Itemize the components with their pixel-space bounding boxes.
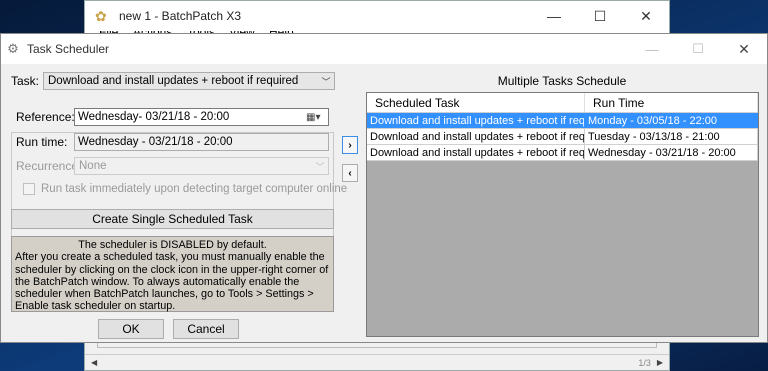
dialog-maximize-icon: ☐: [692, 41, 704, 56]
row-task-cell: Download and install updates + reboot if…: [367, 113, 585, 128]
gear-icon: ⚙: [7, 41, 19, 56]
recurrence-value: None: [79, 160, 107, 172]
ok-button[interactable]: OK: [98, 319, 164, 339]
scroll-left-icon[interactable]: ◀: [91, 358, 97, 367]
dialog-minimize-icon: —: [645, 41, 659, 57]
column-header-runtime[interactable]: Run Time: [585, 93, 758, 112]
immediate-row: Run task immediately upon detecting targ…: [23, 183, 347, 195]
run-immediately-label: Run task immediately upon detecting targ…: [41, 183, 348, 195]
task-dropdown-value: Download and install updates + reboot if…: [48, 75, 299, 87]
runtime-value: Wednesday - 03/21/18 - 20:00: [78, 136, 233, 148]
row-task-cell: Download and install updates + reboot if…: [367, 145, 585, 160]
task-label: Task:: [11, 74, 40, 88]
scheduler-info-box: The scheduler is DISABLED by default. Af…: [11, 236, 334, 312]
create-single-task-button[interactable]: Create Single Scheduled Task: [11, 209, 334, 229]
reference-row: Reference: Wednesday- 03/21/18 - 20:00 ▦…: [16, 108, 329, 126]
task-dropdown[interactable]: Download and install updates + reboot if…: [43, 72, 335, 90]
scroll-right-icon[interactable]: ▶: [657, 358, 663, 367]
runtime-field: Wednesday - 03/21/18 - 20:00: [74, 133, 329, 151]
reference-datetime-picker[interactable]: Wednesday- 03/21/18 - 20:00 ▦▾: [74, 108, 329, 126]
recurrence-dropdown[interactable]: None ﹀: [74, 157, 329, 175]
recurrence-row: Recurrence: None ﹀: [16, 157, 329, 175]
row-time-cell: Wednesday - 03/21/18 - 20:00: [585, 145, 758, 160]
cancel-button[interactable]: Cancel: [173, 319, 239, 339]
close-icon[interactable]: ✕: [623, 8, 669, 25]
chevron-down-icon: ﹀: [315, 161, 325, 172]
table-row[interactable]: Download and install updates + reboot if…: [367, 145, 758, 161]
task-scheduler-dialog: ⚙ Task Scheduler — ☐ ✕ Task: Download an…: [0, 33, 768, 343]
info-heading: The scheduler is DISABLED by default.: [78, 239, 267, 251]
calendar-icon[interactable]: ▦▾: [306, 112, 328, 123]
add-to-schedule-button[interactable]: ›: [342, 136, 358, 154]
dialog-titlebar: ⚙ Task Scheduler — ☐ ✕: [1, 34, 767, 64]
remove-from-schedule-button[interactable]: ‹: [342, 164, 358, 182]
table-row[interactable]: Download and install updates + reboot if…: [367, 113, 758, 129]
dialog-title: Task Scheduler: [27, 42, 110, 56]
schedule-title: Multiple Tasks Schedule: [497, 74, 627, 88]
maximize-icon[interactable]: ☐: [577, 8, 623, 25]
minimize-icon[interactable]: —: [531, 8, 577, 24]
main-titlebar: ✿ new 1 - BatchPatch X3 — ☐ ✕: [85, 1, 669, 31]
main-statusbar: ◀ 1/3 ▶: [85, 354, 669, 370]
grid-header: Scheduled Task Run Time: [367, 93, 758, 113]
page-indicator: 1/3: [638, 357, 651, 368]
batchpatch-logo-icon: ✿: [95, 8, 107, 24]
main-window-title: new 1 - BatchPatch X3: [119, 9, 242, 23]
reference-label: Reference:: [16, 110, 75, 124]
column-header-task[interactable]: Scheduled Task: [367, 93, 585, 112]
row-time-cell: Tuesday - 03/13/18 - 21:00: [585, 129, 758, 144]
reference-value: Wednesday- 03/21/18 - 20:00: [78, 111, 230, 123]
run-immediately-checkbox[interactable]: [23, 183, 35, 195]
row-time-cell: Monday - 03/05/18 - 22:00: [585, 113, 758, 128]
row-task-cell: Download and install updates + reboot if…: [367, 129, 585, 144]
dialog-close-icon[interactable]: ✕: [721, 41, 767, 58]
recurrence-label: Recurrence:: [16, 159, 82, 173]
scheduled-tasks-grid: Scheduled Task Run Time Download and ins…: [366, 92, 759, 337]
runtime-label: Run time:: [16, 135, 68, 149]
table-row[interactable]: Download and install updates + reboot if…: [367, 129, 758, 145]
chevron-down-icon: ﹀: [321, 76, 331, 87]
runtime-row: Run time: Wednesday - 03/21/18 - 20:00: [16, 133, 329, 151]
task-row: Task: Download and install updates + reb…: [11, 72, 335, 90]
info-body: After you create a scheduled task, you m…: [15, 251, 329, 313]
